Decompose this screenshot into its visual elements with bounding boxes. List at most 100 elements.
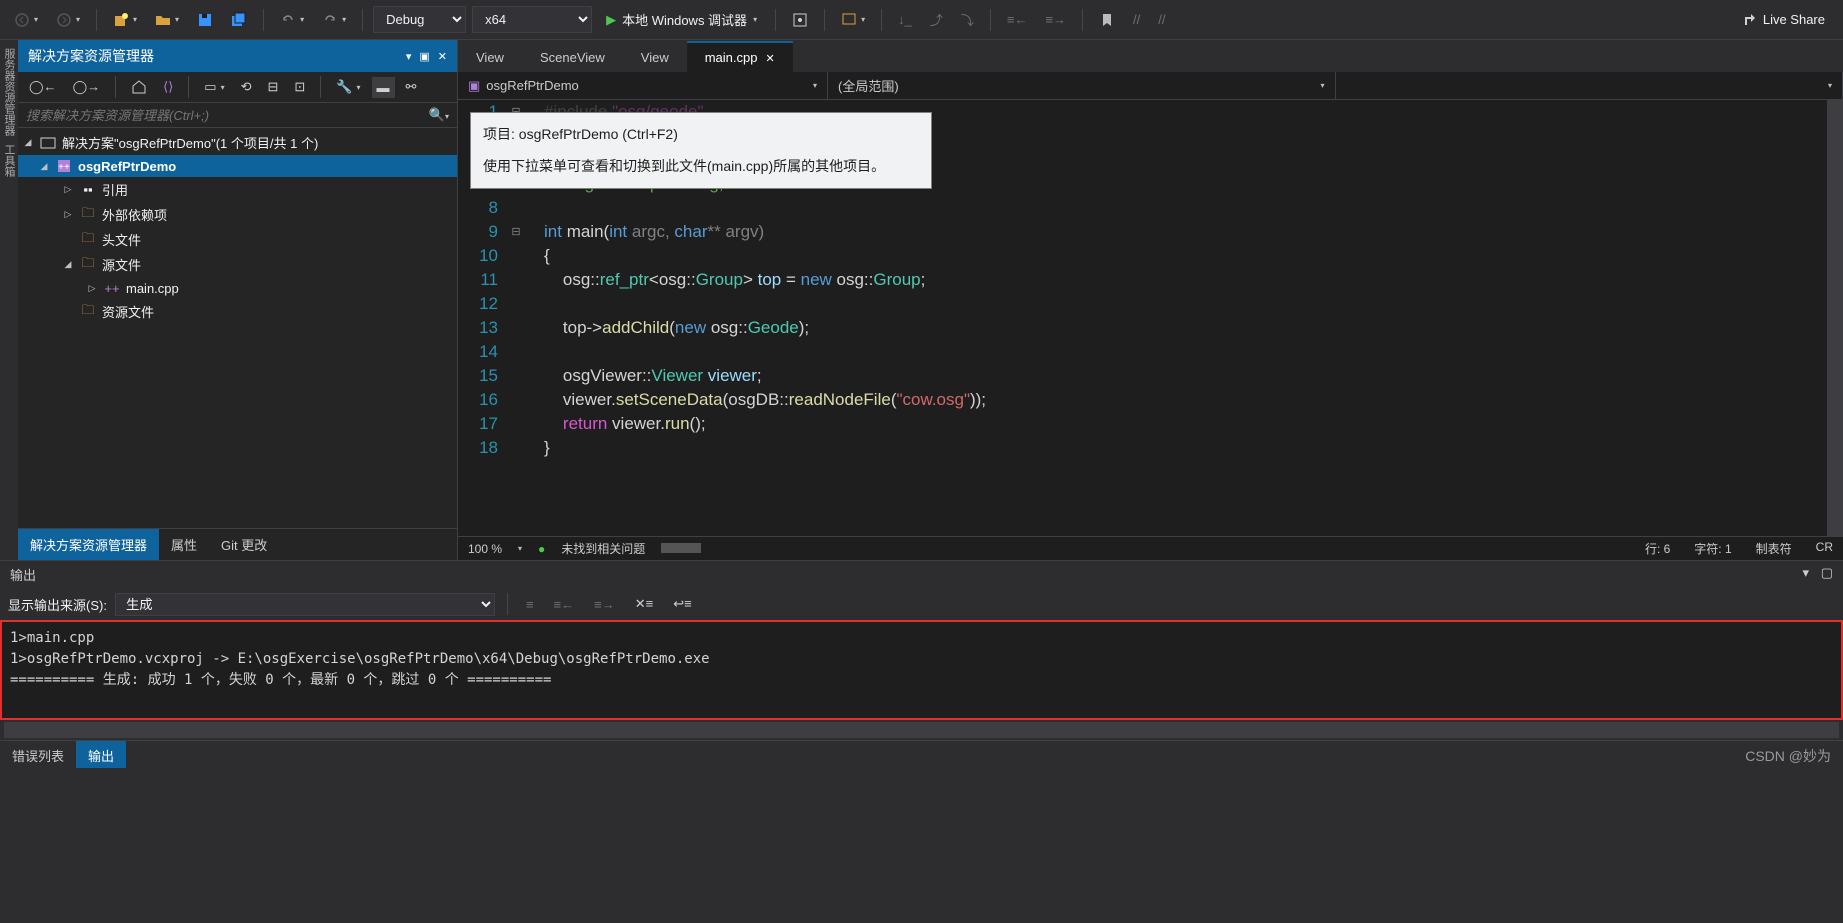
indent-right-button[interactable]: ≡→	[1039, 8, 1072, 31]
folder-icon: 🗀	[80, 207, 96, 223]
folder-icon: 🗀	[80, 257, 96, 273]
tab-solution-explorer[interactable]: 解决方案资源管理器	[18, 529, 159, 560]
solution-node[interactable]: ◢ 解决方案"osgRefPtrDemo"(1 个项目/共 1 个)	[18, 130, 457, 155]
editor-tab-view1[interactable]: View	[458, 43, 522, 72]
step-button-3[interactable]: ⤵	[955, 6, 980, 33]
toolbox-tab[interactable]: 工具箱	[1, 144, 17, 177]
se-collapse-button[interactable]: ⊟	[263, 76, 284, 98]
solution-search-input[interactable]	[26, 108, 429, 123]
source-files-node[interactable]: ◢ 🗀 源文件	[18, 252, 457, 277]
panel-close-button[interactable]: ✕	[438, 50, 447, 63]
output-wrap-button[interactable]: ↩≡	[667, 592, 697, 616]
editor-horizontal-scrollbar[interactable]	[661, 543, 701, 553]
references-label: 引用	[102, 180, 128, 199]
se-show-all-button[interactable]: ⊡	[289, 76, 310, 98]
expand-icon[interactable]: ▷	[62, 209, 74, 220]
build-config-select[interactable]: Debug	[373, 6, 466, 33]
nav-fwd-button[interactable]: ▾	[50, 8, 86, 32]
cursor-line: 行: 6	[1645, 540, 1670, 557]
line-ending[interactable]: CR	[1816, 540, 1833, 557]
live-share-button[interactable]: Live Share	[1731, 8, 1835, 32]
se-preview-button[interactable]: ▬	[372, 77, 395, 98]
panel-pin-button[interactable]: ▣	[419, 50, 429, 63]
redo-button[interactable]: ▾	[316, 8, 352, 32]
solution-tree: ◢ 解决方案"osgRefPtrDemo"(1 个项目/共 1 个) ◢ ++ …	[18, 128, 457, 528]
expand-icon[interactable]: ◢	[38, 161, 50, 172]
expand-icon[interactable]: ◢	[22, 137, 34, 148]
main-cpp-node[interactable]: ▷ ++ main.cpp	[18, 277, 457, 299]
panel-close-button[interactable]: ▢	[1821, 565, 1833, 580]
open-folder-button[interactable]: ▾	[149, 8, 185, 32]
project-node[interactable]: ◢ ++ osgRefPtrDemo	[18, 155, 457, 177]
bookmark-button[interactable]	[1093, 8, 1121, 32]
tab-output[interactable]: 输出	[76, 741, 126, 768]
indent-left-button[interactable]: ≡←	[1001, 8, 1034, 31]
se-switch-view-button[interactable]: ⟨⟩	[158, 76, 178, 98]
nav-back-button[interactable]: ▾	[8, 8, 44, 32]
se-properties-button[interactable]: 🔧▾	[331, 76, 365, 98]
tool-button-2[interactable]: ▾	[835, 8, 871, 32]
se-back-button[interactable]: ◯←	[24, 76, 62, 98]
step-button-1[interactable]: ↓_	[892, 8, 918, 31]
output-panel: 输出 ▾ ▢ 显示输出来源(S): 生成 ≡ ≡← ≡→ ✕≡ ↩≡ 1>mai…	[0, 560, 1843, 740]
panel-dropdown-button[interactable]: ▾	[406, 50, 412, 63]
tool-button-1[interactable]	[786, 8, 814, 32]
se-filter-button[interactable]: ▭▾	[199, 76, 229, 98]
undo-button[interactable]: ▾	[274, 8, 310, 32]
editor-vertical-scrollbar[interactable]	[1827, 100, 1843, 536]
step-button-2[interactable]: ⤴	[924, 6, 949, 33]
comment-button[interactable]: //	[1127, 8, 1146, 31]
nav-member-dropdown[interactable]: ▾	[1336, 72, 1843, 99]
panel-dropdown-button[interactable]: ▾	[1803, 565, 1810, 580]
server-explorer-tab[interactable]: 服务器资源管理器	[1, 48, 17, 136]
expand-icon[interactable]: ◢	[62, 259, 74, 270]
output-btn-2[interactable]: ≡←	[548, 593, 581, 616]
se-fwd-button[interactable]: ◯→	[68, 76, 106, 98]
svg-text:++: ++	[58, 162, 70, 173]
start-debug-button[interactable]: ▶本地 Windows 调试器▾	[598, 6, 765, 33]
issues-status[interactable]: 未找到相关问题	[561, 540, 645, 557]
new-item-button[interactable]: ▾	[107, 8, 143, 32]
output-header: 输出 ▾ ▢	[0, 561, 1843, 588]
editor-tabs: View SceneView View main.cpp✕	[458, 40, 1843, 72]
editor-tab-main-cpp[interactable]: main.cpp✕	[687, 41, 793, 72]
resource-files-node[interactable]: ▷ 🗀 资源文件	[18, 299, 457, 324]
editor-tab-sceneview[interactable]: SceneView	[522, 43, 623, 72]
references-node[interactable]: ▷ ▪▪ 引用	[18, 177, 457, 202]
se-sync-button[interactable]: ⟲	[236, 76, 257, 98]
solution-search-box[interactable]: 🔍▾	[18, 103, 457, 128]
output-btn-1[interactable]: ≡	[520, 593, 540, 616]
save-all-button[interactable]	[225, 8, 253, 32]
tab-properties[interactable]: 属性	[159, 529, 209, 560]
output-scrollbar[interactable]	[4, 722, 1839, 738]
zoom-level[interactable]: 100 %	[468, 542, 502, 556]
se-connections-button[interactable]: ⚯	[401, 76, 422, 98]
nav-scope-dropdown[interactable]: (全局范围) ▾	[828, 72, 1336, 99]
search-icon[interactable]: 🔍▾	[429, 107, 449, 123]
tab-git-changes[interactable]: Git 更改	[209, 529, 279, 560]
tab-error-list[interactable]: 错误列表	[0, 741, 76, 768]
close-icon[interactable]: ✕	[765, 53, 774, 65]
expand-icon[interactable]: ▷	[86, 283, 98, 294]
header-files-node[interactable]: ▷ 🗀 头文件	[18, 227, 457, 252]
output-clear-button[interactable]: ✕≡	[629, 592, 659, 616]
cursor-char: 字符: 1	[1694, 540, 1731, 557]
output-source-select[interactable]: 生成	[115, 593, 495, 616]
platform-select[interactable]: x64	[472, 6, 592, 33]
top-toolbar: ▾ ▾ ▾ ▾ ▾ ▾ Debug x64 ▶本地 Windows 调试器▾ ▾…	[0, 0, 1843, 40]
tooltip-title: 项目: osgRefPtrDemo (Ctrl+F2)	[483, 123, 919, 145]
bottom-tabs: 错误列表 输出 CSDN @妙为	[0, 740, 1843, 768]
folder-icon: 🗀	[80, 304, 96, 320]
output-text[interactable]: 1>main.cpp 1>osgRefPtrDemo.vcxproj -> E:…	[0, 620, 1843, 720]
se-home-button[interactable]	[126, 76, 152, 98]
external-deps-node[interactable]: ▷ 🗀 外部依赖项	[18, 202, 457, 227]
indent-mode[interactable]: 制表符	[1756, 540, 1792, 557]
output-btn-3[interactable]: ≡→	[588, 593, 621, 616]
uncomment-button[interactable]: //	[1152, 8, 1171, 31]
editor-tab-view2[interactable]: View	[623, 43, 687, 72]
cpp-file-icon: ++	[104, 280, 120, 296]
save-button[interactable]	[191, 8, 219, 32]
nav-project-dropdown[interactable]: ▣ osgRefPtrDemo ▾	[458, 72, 828, 99]
expand-icon[interactable]: ▷	[62, 184, 74, 195]
resource-files-label: 资源文件	[102, 302, 154, 321]
